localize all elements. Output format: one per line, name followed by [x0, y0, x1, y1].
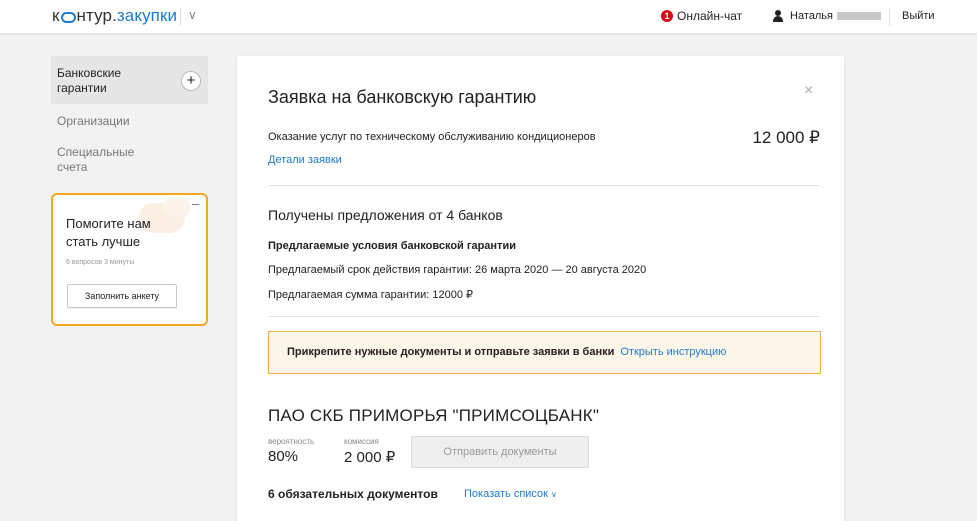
open-instructions-link[interactable]: Открыть инструкцию [620, 346, 726, 358]
user-menu[interactable]: Наталья [772, 10, 881, 22]
logo-accent: закупки [116, 6, 178, 25]
logout-link[interactable]: Выйти [902, 10, 935, 22]
attach-documents-notice: Прикрепите нужные документы и отправьте … [268, 331, 821, 374]
user-name: Наталья [790, 10, 833, 22]
feedback-promo-card: – Помогите нам стать лучше 6 вопросов 3 … [51, 193, 208, 326]
application-price: 12 000 ₽ [752, 128, 820, 147]
product-switcher-chevron-icon[interactable]: ∨ [188, 8, 197, 22]
logo-rest: нтур. [76, 6, 117, 25]
bank-name: ПАО СКБ ПРИМОРЬЯ "ПРИМСОЦБАНК" [268, 406, 600, 425]
sidebar-item-bank-guarantees[interactable]: Банковские гарантии + [51, 56, 208, 104]
logo-divider [180, 8, 181, 26]
show-list-label: Показать список [464, 488, 548, 500]
sidebar-item-organizations[interactable]: Организации [51, 114, 130, 129]
divider [268, 185, 820, 186]
application-details-link[interactable]: Детали заявки [268, 154, 342, 166]
commission-value: 2 000 ₽ [344, 449, 396, 466]
page-title: Заявка на банковскую гарантию [268, 87, 537, 107]
sidebar: Банковские гарантии + Организации Специа… [51, 56, 208, 174]
online-chat-link[interactable]: 1 Онлайн-чат [661, 9, 742, 23]
service-description: Оказание услуг по техническому обслужива… [268, 131, 596, 143]
commission-label: комиссия [344, 437, 379, 446]
notice-text: Прикрепите нужные документы и отправьте … [287, 346, 615, 358]
probability-value: 80% [268, 448, 299, 465]
term-amount: Предлагаемая сумма гарантии: 12000 ₽ [268, 289, 474, 301]
header-divider [889, 8, 890, 26]
send-documents-button[interactable]: Отправить документы [411, 436, 589, 468]
cloud-illustration-small-icon [163, 197, 191, 217]
redacted-surname [836, 12, 881, 20]
terms-heading: Предлагаемые условия банковской гарантии [268, 240, 516, 252]
logo-o-icon [60, 11, 76, 23]
logo-prefix: к [52, 6, 60, 25]
sidebar-item-label: Банковские гарантии [57, 66, 122, 95]
divider [268, 316, 820, 317]
chat-label: Онлайн-чат [677, 9, 743, 23]
kontur-zakupki-logo[interactable]: к нтур. закупки [52, 6, 177, 26]
close-icon[interactable]: × [804, 82, 813, 100]
required-documents-count: 6 обязательных документов [268, 487, 438, 501]
offers-heading: Получены предложения от 4 банков [268, 207, 503, 223]
fill-survey-button[interactable]: Заполнить анкету [67, 284, 177, 308]
minimize-icon[interactable]: – [192, 196, 199, 211]
show-list-link[interactable]: Показать список ∨ [464, 488, 557, 500]
guarantee-application-card: × Заявка на банковскую гарантию Оказание… [237, 56, 844, 521]
sidebar-item-special-accounts[interactable]: Специальные счета [51, 145, 161, 175]
term-period: Предлагаемый срок действия гарантии: 26 … [268, 264, 647, 276]
chevron-down-icon: ∨ [550, 490, 557, 499]
top-bar: к нтур. закупки ∨ 1 Онлайн-чат Наталья Вый… [0, 0, 977, 34]
user-icon [772, 10, 784, 22]
chat-notification-badge: 1 [661, 10, 673, 22]
add-guarantee-icon[interactable]: + [181, 71, 201, 91]
probability-label: вероятность [268, 437, 315, 446]
promo-meta: 6 вопросов 3 минуты [66, 259, 135, 266]
promo-title: Помогите нам стать лучше [66, 216, 151, 249]
